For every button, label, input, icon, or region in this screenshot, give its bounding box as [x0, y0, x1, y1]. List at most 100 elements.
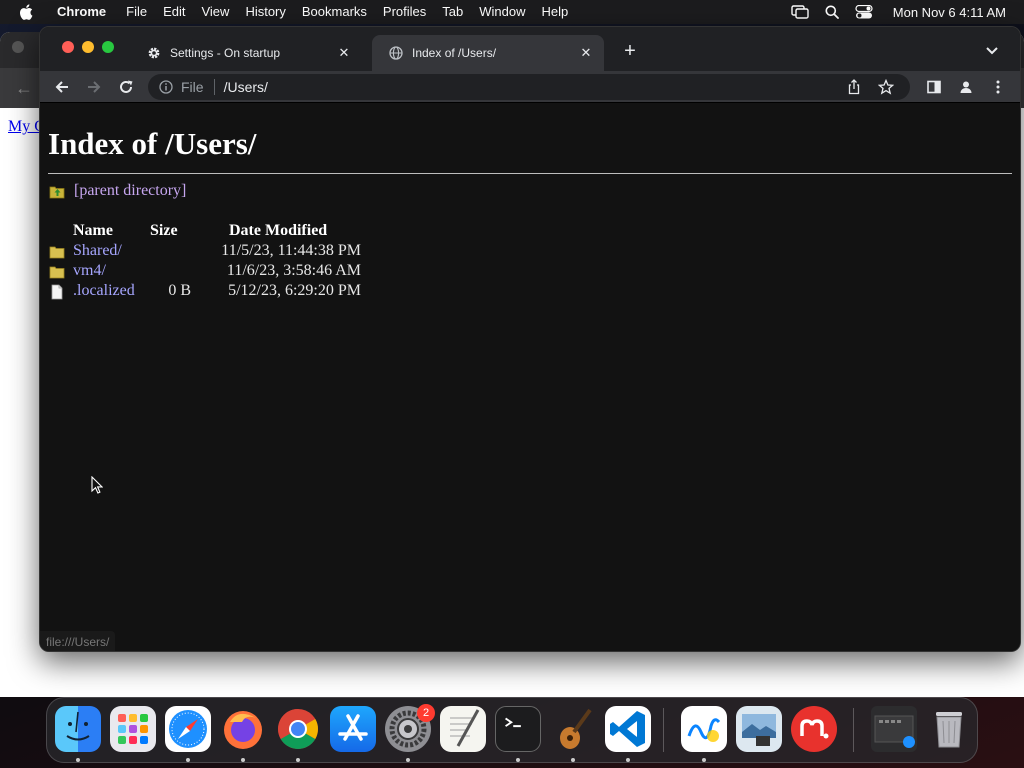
column-header-name[interactable]: Name	[73, 222, 113, 240]
freeform-icon[interactable]	[681, 706, 727, 752]
more-options-icon[interactable]	[988, 77, 1008, 97]
table-row: vm4/ 11/6/23, 3:58:46 AM	[49, 262, 449, 282]
notification-badge: 2	[417, 704, 435, 722]
page-title: Index of /Users/	[48, 126, 257, 161]
preview-icon[interactable]	[736, 706, 782, 752]
up-folder-icon	[49, 186, 65, 199]
entry-name-link[interactable]: vm4/	[73, 262, 106, 280]
running-indicator-dot	[516, 758, 520, 762]
column-header-date-modified[interactable]: Date Modified	[229, 222, 327, 240]
menu-history[interactable]: History	[237, 0, 293, 24]
page-content: Index of /Users/ [parent directory] Name…	[40, 104, 1020, 651]
new-tab-button[interactable]: +	[620, 41, 640, 61]
folder-icon	[49, 266, 65, 279]
control-center-icon[interactable]	[855, 5, 873, 19]
tab-index-users[interactable]: Index of /Users/ ✕	[372, 35, 604, 71]
back-arrow-icon[interactable]	[52, 77, 72, 97]
tab-strip: Settings - On startup ✕ Index of /Users/…	[40, 27, 1020, 71]
safari-icon[interactable]	[165, 706, 211, 752]
running-indicator-dot	[406, 758, 410, 762]
browser-toolbar: File /Users/	[40, 71, 1020, 103]
site-info-icon[interactable]	[159, 80, 173, 94]
parent-directory-row: [parent directory]	[49, 182, 186, 200]
table-row: Shared/ 11/5/23, 11:44:38 PM	[49, 242, 449, 262]
tab-settings[interactable]: Settings - On startup ✕	[130, 35, 362, 71]
terminal-icon[interactable]	[495, 706, 541, 752]
tab-title: Settings - On startup	[170, 46, 281, 60]
menu-view[interactable]: View	[193, 0, 237, 24]
window-zoom-button[interactable]	[102, 41, 114, 53]
share-icon[interactable]	[846, 79, 862, 95]
menu-bookmarks[interactable]: Bookmarks	[294, 0, 375, 24]
dock: 2	[46, 697, 978, 763]
chrome-window: Settings - On startup ✕ Index of /Users/…	[39, 26, 1021, 652]
downloads-stack-icon[interactable]	[871, 706, 917, 752]
chrome-icon[interactable]	[275, 706, 321, 752]
reload-icon[interactable]	[116, 77, 136, 97]
profile-avatar-icon[interactable]	[956, 77, 976, 97]
entry-date: 11/6/23, 3:58:46 AM	[226, 262, 361, 279]
entry-name-link[interactable]: .localized	[73, 282, 135, 300]
side-panel-icon[interactable]	[924, 77, 944, 97]
menu-app-name[interactable]: Chrome	[57, 0, 114, 24]
entry-date: 5/12/23, 6:29:20 PM	[228, 282, 361, 299]
mendeley-icon[interactable]	[791, 706, 837, 752]
mouse-cursor-icon	[91, 476, 103, 494]
running-indicator-dot	[296, 758, 300, 762]
menu-tab[interactable]: Tab	[434, 0, 471, 24]
title-divider	[48, 173, 1012, 174]
tab-close-icon[interactable]: ✕	[336, 45, 352, 61]
launchpad-icon[interactable]	[110, 706, 156, 752]
link-status-bubble: file:///Users/	[40, 631, 116, 651]
address-divider	[213, 79, 215, 95]
menu-edit[interactable]: Edit	[155, 0, 193, 24]
running-indicator-dot	[626, 758, 630, 762]
trash-icon[interactable]	[926, 706, 972, 752]
address-url-text[interactable]: /Users/	[224, 79, 846, 95]
screen-mirroring-icon[interactable]	[791, 5, 809, 19]
garageband-icon[interactable]	[550, 706, 596, 752]
apple-menu-icon[interactable]	[17, 4, 35, 20]
spotlight-search-icon[interactable]	[825, 5, 839, 19]
textedit-icon[interactable]	[440, 706, 486, 752]
tab-search-chevron-down-icon[interactable]	[984, 42, 1000, 58]
parent-directory-link[interactable]: [parent directory]	[74, 182, 186, 200]
forward-arrow-icon[interactable]	[84, 77, 104, 97]
menu-bar: Chrome File Edit View History Bookmarks …	[0, 0, 1024, 24]
menu-file[interactable]: File	[118, 0, 155, 24]
table-row: .localized 0 B 5/12/23, 6:29:20 PM	[49, 282, 449, 302]
tab-close-icon[interactable]: ✕	[578, 45, 594, 61]
address-scheme-label: File	[181, 79, 204, 95]
running-indicator-dot	[702, 758, 706, 762]
address-bar[interactable]: File /Users/	[148, 74, 910, 100]
menu-window[interactable]: Window	[471, 0, 533, 24]
entry-name-link[interactable]: Shared/	[73, 242, 122, 260]
window-minimize-button[interactable]	[82, 41, 94, 53]
background-window-close-dot	[12, 41, 24, 53]
background-page-link[interactable]: My Computer	[8, 118, 40, 136]
finder-icon[interactable]	[55, 706, 101, 752]
dock-separator	[663, 708, 664, 752]
background-back-arrow-icon: ←	[15, 78, 33, 98]
window-close-button[interactable]	[62, 41, 74, 53]
globe-icon	[388, 45, 404, 61]
running-indicator-dot	[186, 758, 190, 762]
gear-icon	[146, 45, 162, 61]
tab-title: Index of /Users/	[412, 46, 497, 60]
vscode-icon[interactable]	[605, 706, 651, 752]
running-indicator-dot	[571, 758, 575, 762]
column-header-size[interactable]: Size	[150, 222, 178, 240]
menu-clock[interactable]: Mon Nov 6 4:11 AM	[893, 5, 1006, 20]
dock-separator	[853, 708, 854, 752]
entry-date: 11/5/23, 11:44:38 PM	[221, 242, 361, 259]
menu-profiles[interactable]: Profiles	[375, 0, 434, 24]
folder-icon	[49, 246, 65, 259]
running-indicator-dot	[241, 758, 245, 762]
file-icon	[51, 284, 63, 300]
running-indicator-dot	[76, 758, 80, 762]
menu-help[interactable]: Help	[534, 0, 577, 24]
firefox-icon[interactable]	[220, 706, 266, 752]
app-store-icon[interactable]	[330, 706, 376, 752]
bookmark-star-icon[interactable]	[878, 79, 894, 95]
entry-size: 0 B	[168, 282, 191, 299]
